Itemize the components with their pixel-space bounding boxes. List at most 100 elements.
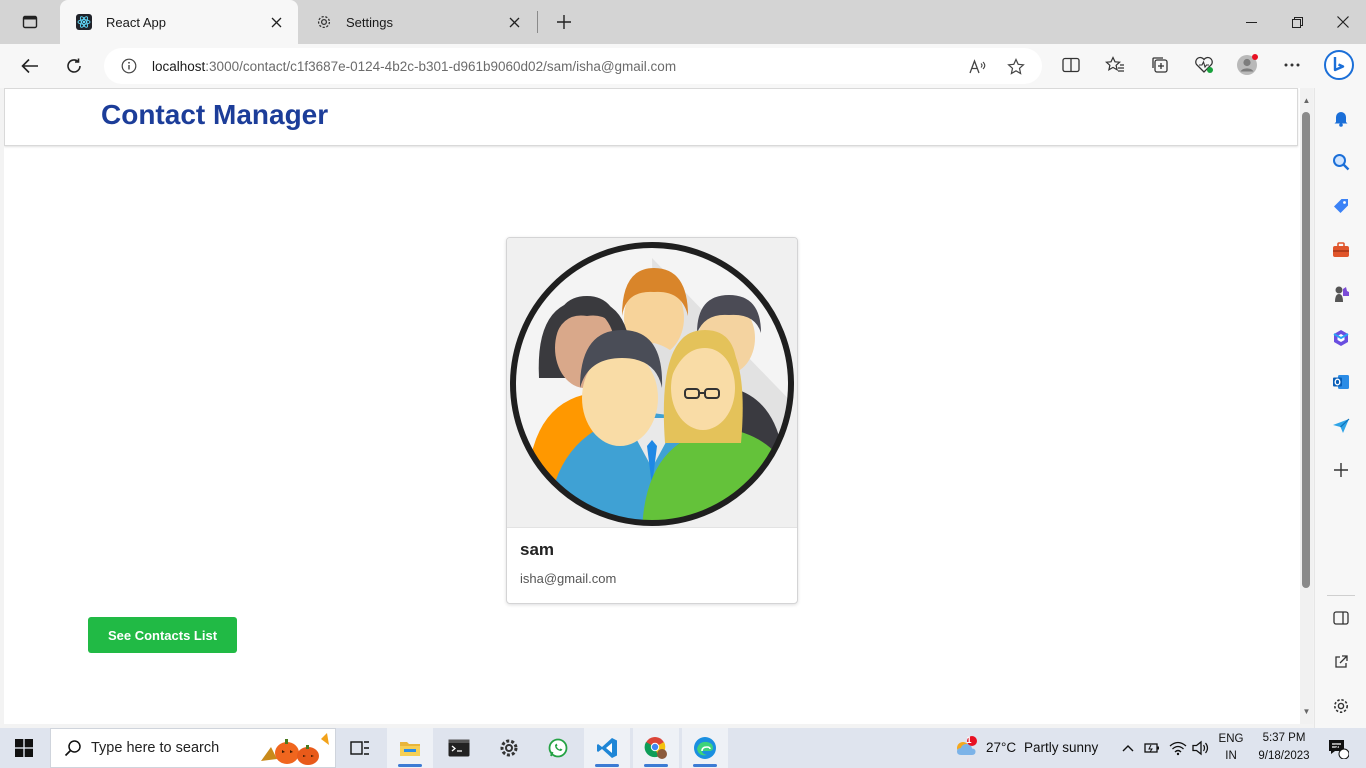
profile-avatar[interactable] [1236, 54, 1258, 76]
new-tab-button[interactable] [550, 8, 578, 36]
battery-icon[interactable] [1142, 728, 1164, 768]
address-bar[interactable]: localhost:3000/contact/c1f3687e-0124-4b2… [104, 48, 1042, 84]
vscode-icon [597, 738, 617, 758]
search-icon [63, 738, 83, 758]
games-chess-icon[interactable] [1330, 283, 1352, 305]
page-title: Contact Manager [101, 99, 329, 130]
active-indicator [644, 764, 668, 767]
sidebar-settings-icon[interactable] [1330, 695, 1352, 717]
folder-icon [400, 742, 420, 756]
url-host: localhost [152, 58, 206, 74]
clock-date[interactable]: 9/18/2023 [1252, 750, 1316, 762]
restore-button[interactable] [1274, 0, 1320, 44]
gear-icon [316, 14, 332, 30]
terminal-icon [448, 739, 470, 757]
plus-icon [557, 15, 571, 29]
hide-sidebar-icon[interactable] [1330, 607, 1352, 629]
refresh-icon [67, 58, 81, 73]
minimize-icon [1245, 21, 1257, 23]
tab-strip: React App Settings [0, 0, 1366, 44]
chrome-icon [644, 737, 667, 759]
windows-taskbar: Type here to search 1 27°C Partly sunny … [0, 728, 1366, 768]
whatsapp-icon [548, 738, 568, 758]
edge-icon [694, 737, 716, 759]
more-options-icon[interactable] [1281, 54, 1303, 76]
tab-separator [537, 11, 538, 33]
read-aloud-icon[interactable] [968, 57, 988, 77]
taskbar-search-box[interactable]: Type here to search [50, 728, 336, 768]
open-external-icon[interactable] [1330, 651, 1352, 673]
people-group-illustration [510, 241, 794, 526]
clock-time[interactable]: 5:37 PM [1252, 732, 1316, 744]
collections-icon[interactable] [1149, 54, 1171, 76]
bell-icon[interactable] [1330, 107, 1352, 129]
vscode-button[interactable] [584, 728, 630, 768]
split-screen-icon[interactable] [1060, 54, 1082, 76]
weather-widget-icon[interactable] [950, 728, 982, 768]
microsoft-365-icon[interactable] [1330, 327, 1352, 349]
contact-email: isha@gmail.com [520, 571, 617, 586]
weather-alert-badge: 1 [966, 735, 972, 745]
browser-toolbar: localhost:3000/contact/c1f3687e-0124-4b2… [0, 44, 1366, 88]
close-window-button[interactable] [1320, 0, 1366, 44]
copilot-icon[interactable] [1324, 50, 1354, 80]
page-viewport: Contact Manager sam isha@gmail.com See C… [4, 88, 1300, 724]
close-tab-icon[interactable] [264, 10, 288, 34]
back-button[interactable] [16, 52, 44, 80]
tab-actions-button[interactable] [8, 8, 52, 36]
terminal-button[interactable] [436, 728, 482, 768]
search-icon[interactable] [1330, 151, 1352, 173]
active-indicator [693, 764, 717, 767]
edge-button[interactable] [682, 728, 728, 768]
see-contacts-list-button[interactable]: See Contacts List [88, 617, 237, 653]
chrome-button[interactable] [633, 728, 679, 768]
task-view-button[interactable] [337, 728, 383, 768]
whatsapp-button[interactable] [535, 728, 581, 768]
contact-card: sam isha@gmail.com [506, 237, 798, 604]
add-sidebar-app-icon[interactable] [1330, 459, 1352, 481]
contact-image [507, 238, 797, 528]
tools-briefcase-icon[interactable] [1330, 239, 1352, 261]
react-icon [76, 14, 92, 30]
shopping-tag-icon[interactable] [1330, 195, 1352, 217]
gear-icon [500, 739, 518, 757]
weather-temp[interactable]: 27°C [986, 740, 1016, 755]
info-icon[interactable] [120, 57, 138, 75]
url-path: :3000/contact/c1f3687e-0124-4b2c-b301-d9… [205, 58, 677, 74]
scroll-thumb[interactable] [1302, 112, 1310, 588]
page-scrollbar[interactable]: ▲ ▼ [1300, 88, 1313, 724]
browser-essentials-icon[interactable] [1193, 54, 1215, 76]
wifi-icon[interactable] [1166, 728, 1190, 768]
tab-title: React App [106, 14, 166, 30]
restore-icon [1291, 16, 1303, 28]
refresh-button[interactable] [60, 52, 88, 80]
volume-icon[interactable] [1190, 728, 1212, 768]
start-button[interactable] [0, 728, 48, 768]
send-drop-icon[interactable] [1330, 415, 1352, 437]
active-indicator [595, 764, 619, 767]
scroll-down-icon[interactable]: ▼ [1302, 706, 1311, 716]
tab-title: Settings [346, 14, 393, 30]
scroll-up-icon[interactable]: ▲ [1302, 95, 1311, 105]
windows-logo-icon [15, 739, 33, 757]
file-explorer-button[interactable] [387, 728, 433, 768]
pumpkin-decoration-icon [261, 733, 329, 765]
tab-settings[interactable]: Settings [300, 0, 536, 44]
favorite-star-icon[interactable] [1006, 57, 1026, 77]
favorites-icon[interactable] [1104, 54, 1126, 76]
weather-description[interactable]: Partly sunny [1024, 740, 1098, 755]
close-tab-icon[interactable] [502, 10, 526, 34]
settings-app-button[interactable] [486, 728, 532, 768]
sidebar-divider [1327, 595, 1355, 596]
outlook-icon[interactable] [1330, 371, 1352, 393]
url-text[interactable]: localhost:3000/contact/c1f3687e-0124-4b2… [152, 59, 676, 74]
close-icon [1337, 16, 1349, 28]
language-top[interactable]: ENG [1216, 733, 1246, 745]
search-placeholder: Type here to search [91, 740, 220, 756]
app-header: Contact Manager [4, 88, 1298, 146]
minimize-button[interactable] [1228, 0, 1274, 44]
tab-react-app[interactable]: React App [60, 0, 298, 44]
language-bottom[interactable]: IN [1216, 750, 1246, 762]
chevron-up-icon[interactable] [1118, 728, 1138, 768]
arrow-left-icon [21, 58, 38, 74]
